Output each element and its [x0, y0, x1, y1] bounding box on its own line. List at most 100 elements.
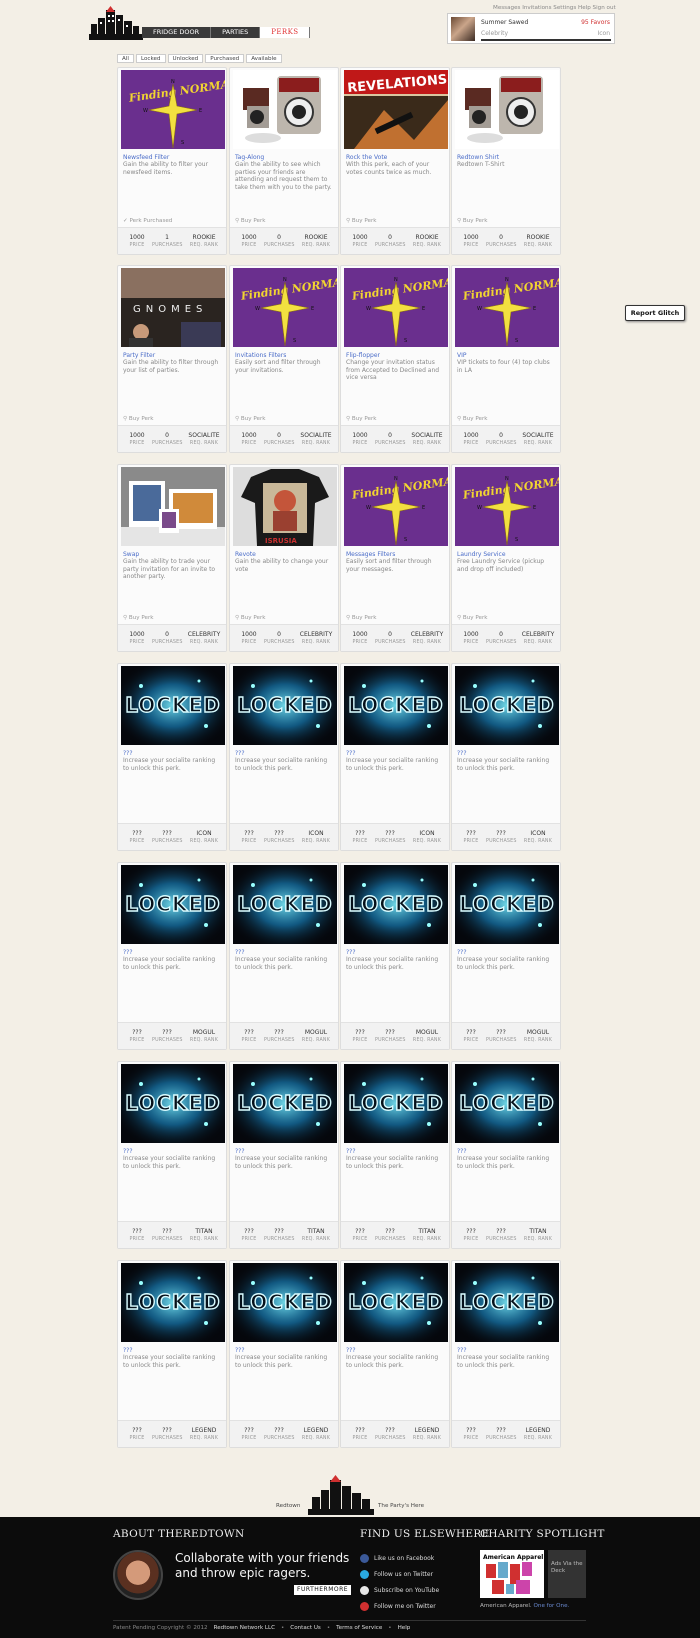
filter-locked[interactable]: Locked	[135, 54, 166, 63]
perk-image[interactable]: Finding NORMAL N W E S	[455, 467, 559, 546]
perk-image[interactable]	[455, 70, 559, 149]
perk-status[interactable]: ⚲ Buy Perk	[235, 218, 266, 224]
perk-status[interactable]: ⚲ Buy Perk	[457, 615, 488, 621]
perk-image[interactable]: Finding NORMAL N W E S	[121, 70, 225, 149]
perk-card[interactable]: Finding NORMAL N W E S VIP VIP tickets to four…	[451, 265, 561, 453]
perk-status[interactable]: ⚲ Buy Perk	[346, 416, 377, 422]
perk-title[interactable]: ???	[123, 1148, 133, 1155]
perk-card[interactable]: REVELATIONS Rock the Vote With this perk, …	[340, 67, 450, 255]
perk-title[interactable]: ???	[235, 1148, 245, 1155]
charity-ad-image[interactable]: American Apparel	[480, 1550, 544, 1598]
perk-card[interactable]: LOCKED??? Increase your socialite ranking…	[340, 1061, 450, 1249]
perk-title[interactable]: ???	[457, 1347, 467, 1354]
perk-status[interactable]: ⚲ Buy Perk	[457, 218, 488, 224]
perk-title[interactable]: Invitations Filters	[235, 352, 286, 359]
tab-fridge-door[interactable]: FRIDGE DOOR	[142, 27, 212, 38]
perk-card[interactable]: LOCKED??? Increase your socialite ranking…	[229, 862, 339, 1050]
facebook-link[interactable]: Like us on Facebook	[360, 1554, 434, 1563]
perk-card[interactable]: LOCKED??? Increase your socialite ranking…	[451, 1061, 561, 1249]
perk-image[interactable]: LOCKED	[455, 1263, 559, 1342]
perk-status[interactable]: ⚲ Buy Perk	[235, 615, 266, 621]
perk-card[interactable]: LOCKED??? Increase your socialite ranking…	[451, 862, 561, 1050]
filter-all[interactable]: All	[117, 54, 134, 63]
perk-image[interactable]: ISRUSIA	[233, 467, 337, 546]
perk-card[interactable]: LOCKED??? Increase your socialite ranking…	[340, 1260, 450, 1448]
perk-card[interactable]: LOCKED??? Increase your socialite ranking…	[229, 663, 339, 851]
perk-card[interactable]: LOCKED??? Increase your socialite ranking…	[451, 1260, 561, 1448]
perk-title[interactable]: ???	[346, 1148, 356, 1155]
perk-card[interactable]: LOCKED??? Increase your socialite ranking…	[117, 663, 227, 851]
perk-title[interactable]: Rock the Vote	[346, 154, 387, 161]
perk-title[interactable]: ???	[235, 750, 245, 757]
redtown-logo[interactable]	[89, 6, 143, 40]
perk-card[interactable]: Swap Gain the ability to trade your party…	[117, 464, 227, 652]
perk-card[interactable]: Finding NORMAL N W E S Messages Filters Easily…	[340, 464, 450, 652]
perk-status[interactable]: ⚲ Buy Perk	[346, 218, 377, 224]
furthermore-button[interactable]: FURTHERMORE	[294, 1585, 352, 1595]
perk-card[interactable]: GNOMES Party Filter Gain the ability to fi…	[117, 265, 227, 453]
contact-link[interactable]: Contact Us	[290, 1625, 321, 1631]
perk-title[interactable]: Newsfeed Filter	[123, 154, 169, 161]
perk-status[interactable]: ⚲ Buy Perk	[235, 416, 266, 422]
perk-title[interactable]: VIP	[457, 352, 467, 359]
tab-parties[interactable]: PARTIES	[211, 27, 261, 38]
perk-title[interactable]: ???	[123, 1347, 133, 1354]
perk-card[interactable]: LOCKED??? Increase your socialite ranking…	[229, 1260, 339, 1448]
perk-image[interactable]: LOCKED	[233, 865, 337, 944]
perk-card[interactable]: LOCKED??? Increase your socialite ranking…	[117, 862, 227, 1050]
youtube-link[interactable]: Subscribe on YouTube	[360, 1586, 439, 1595]
perk-image[interactable]: Finding NORMAL N W E S	[344, 467, 448, 546]
perk-title[interactable]: Redtown Shirt	[457, 154, 499, 161]
account-links[interactable]: Messages Invitations Settings Help Sign …	[493, 5, 616, 11]
perk-card[interactable]: Finding NORMAL N W E S Flip-flopper Change you…	[340, 265, 450, 453]
perk-image[interactable]: LOCKED	[121, 666, 225, 745]
perk-title[interactable]: ???	[457, 750, 467, 757]
perk-card[interactable]: Redtown Shirt Redtown T-Shirt ⚲ Buy Perk 10…	[451, 67, 561, 255]
perk-card[interactable]: LOCKED??? Increase your socialite ranking…	[340, 862, 450, 1050]
perk-image[interactable]: LOCKED	[344, 666, 448, 745]
perk-title[interactable]: Flip-flopper	[346, 352, 380, 359]
perk-image[interactable]: LOCKED	[455, 865, 559, 944]
perk-title[interactable]: ???	[457, 1148, 467, 1155]
perk-image[interactable]: Finding NORMAL N W E S	[344, 268, 448, 347]
profile-card[interactable]: Summer Sawed 95 Favors Celebrity Icon	[447, 13, 615, 44]
perk-image[interactable]: REVELATIONS	[344, 70, 448, 149]
perk-image[interactable]: Finding NORMAL N W E S	[455, 268, 559, 347]
perk-image[interactable]: LOCKED	[121, 865, 225, 944]
perk-image[interactable]: LOCKED	[344, 865, 448, 944]
perk-card[interactable]: LOCKED??? Increase your socialite ranking…	[340, 663, 450, 851]
perk-card[interactable]: LOCKED??? Increase your socialite ranking…	[451, 663, 561, 851]
twitter-link[interactable]: Follow us on Twitter	[360, 1570, 433, 1579]
perk-image[interactable]	[121, 467, 225, 546]
terms-link[interactable]: Terms of Service	[336, 1625, 382, 1631]
report-glitch-button[interactable]: Report Glitch	[625, 305, 685, 321]
perk-title[interactable]: Revote	[235, 551, 256, 558]
perk-title[interactable]: ???	[123, 949, 133, 956]
perk-card[interactable]: LOCKED??? Increase your socialite ranking…	[229, 1061, 339, 1249]
perk-image[interactable]: LOCKED	[121, 1064, 225, 1143]
perk-image[interactable]: GNOMES	[121, 268, 225, 347]
filter-unlocked[interactable]: Unlocked	[167, 54, 204, 63]
twitter-personal-link[interactable]: Follow me on Twitter	[360, 1602, 436, 1611]
perk-card[interactable]: Tag-Along Gain the ability to see which p…	[229, 67, 339, 255]
ads-via-deck[interactable]: Ads Via the Deck	[548, 1550, 586, 1598]
perk-title[interactable]: ???	[235, 1347, 245, 1354]
perk-image[interactable]: LOCKED	[455, 1064, 559, 1143]
perk-title[interactable]: ???	[346, 949, 356, 956]
perk-title[interactable]: ???	[123, 750, 133, 757]
perk-image[interactable]: LOCKED	[344, 1064, 448, 1143]
company-link[interactable]: Redtown Network LLC	[214, 1625, 275, 1631]
filter-available[interactable]: Available	[246, 54, 282, 63]
perk-title[interactable]: ???	[346, 750, 356, 757]
perk-image[interactable]: LOCKED	[233, 666, 337, 745]
perk-title[interactable]: ???	[346, 1347, 356, 1354]
help-link[interactable]: Help	[398, 1625, 411, 1631]
perk-status[interactable]: ⚲ Buy Perk	[457, 416, 488, 422]
perk-title[interactable]: Messages Filters	[346, 551, 395, 558]
perk-status[interactable]: ✓ Perk Purchased	[123, 218, 172, 224]
perk-title[interactable]: Laundry Service	[457, 551, 506, 558]
perk-card[interactable]: LOCKED??? Increase your socialite ranking…	[117, 1061, 227, 1249]
perk-card[interactable]: ISRUSIA Revote Gain the ability to change …	[229, 464, 339, 652]
footer-logo[interactable]: Redtown The Party's Here	[276, 1475, 426, 1515]
perk-image[interactable]: LOCKED	[344, 1263, 448, 1342]
